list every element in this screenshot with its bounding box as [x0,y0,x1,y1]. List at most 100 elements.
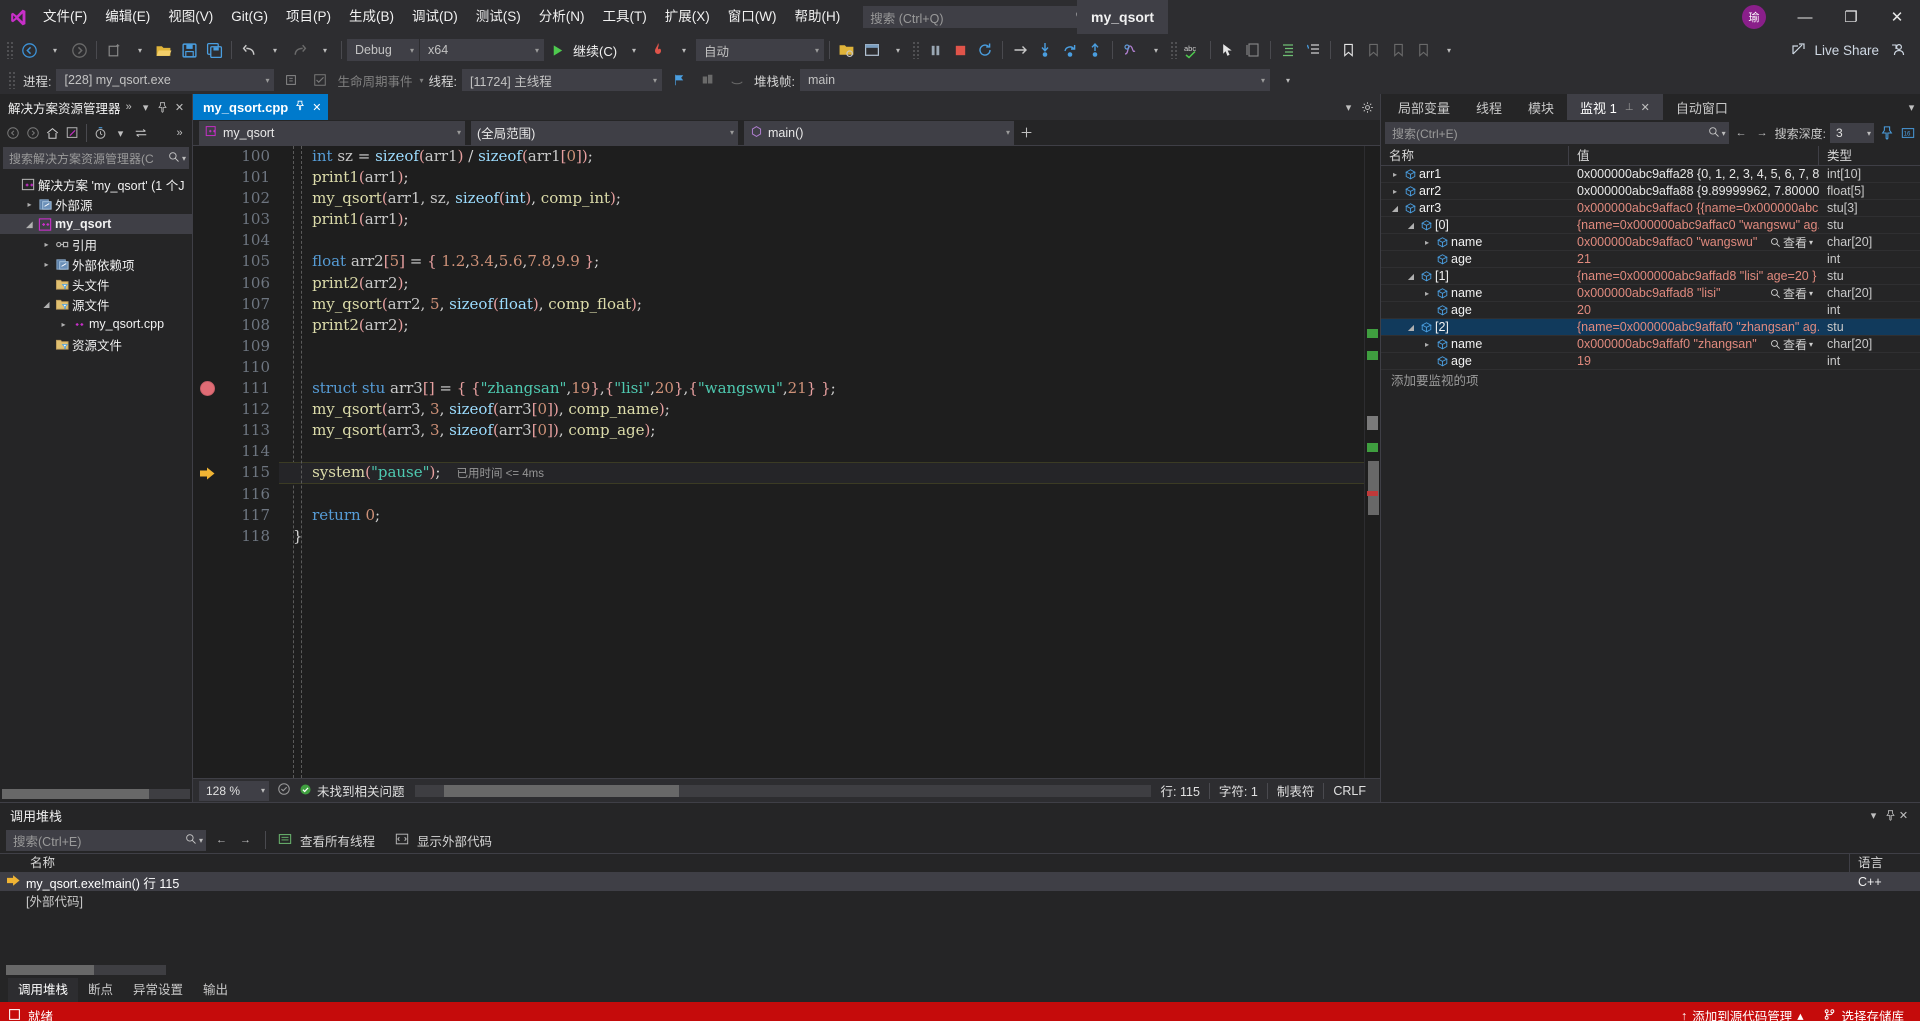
stack-frame-select[interactable]: main ▾ [799,69,1270,91]
code-line[interactable]: my_qsort(arr3, 3, sizeof(arr3[0]), comp_… [279,399,1364,420]
solution-tree-node[interactable]: ▸ 外部依赖项 [0,254,192,274]
flag-thread-icon[interactable] [667,67,691,93]
chevron-down-icon[interactable]: ▾ [1865,805,1882,825]
bottom-tab-inactive[interactable]: 异常设置 [123,978,193,1002]
continue-label[interactable]: 继续(C) [570,41,620,60]
code-line[interactable]: struct stu arr3[] = { {"zhangsan",19},{"… [279,378,1364,399]
watch-search-input[interactable]: 搜索(Ctrl+E) ▾ [1385,122,1729,144]
call-stack-search-input[interactable]: 搜索(Ctrl+E) ▾ [6,829,206,851]
watch-row[interactable]: ▸ arr2 0x000000abc9affa88 {9.89999962, 7.8… [1381,183,1920,200]
navigate-back-button[interactable] [17,37,41,63]
comment-icon[interactable] [1241,37,1265,63]
watch-row[interactable]: ◢ arr3 0x000000abc9affac0 {{name=0x000000a… [1381,200,1920,217]
column-header-name[interactable]: 名称 [1381,145,1569,166]
undo-button[interactable] [237,37,261,63]
code-line[interactable]: float arr2[5] = { 1.2,3.4,5.6,7.8,9.9 }; [279,251,1364,272]
menu-item-git[interactable]: Git(G) [222,0,277,34]
value-visualizer-button[interactable]: 查看 ▾ [1770,285,1819,302]
save-button[interactable] [177,37,201,63]
nav-scope-select[interactable]: (全局范围) ▾ [471,120,738,145]
tree-collapse-icon[interactable]: ◢ [40,300,53,309]
call-stack-column-language[interactable]: 语言 [1850,853,1920,873]
watch-row-value-cell[interactable]: {name=0x000000abc9affaf0 "zhangsan" ag..… [1569,320,1819,334]
tab-list-dropdown-icon[interactable]: ▾ [1340,97,1357,117]
back-icon[interactable] [4,123,21,143]
avatar[interactable]: 瑜 [1742,5,1766,29]
tree-expand-icon[interactable]: ▸ [40,260,53,269]
new-project-button[interactable] [102,37,126,63]
solution-tree-node[interactable]: ▸ my_qsort.cpp [0,314,192,334]
solution-platform-select[interactable]: x64 ▾ [420,39,544,61]
new-project-dropdown[interactable]: ▾ [127,37,151,63]
outline-icon[interactable] [1301,37,1325,63]
hex-display-icon[interactable]: 16 [1899,123,1916,143]
solution-tree-node[interactable]: ◢ 源文件 [0,294,192,314]
restore-button[interactable]: ❐ [1828,0,1874,34]
column-header-value[interactable]: 值 [1569,145,1819,166]
debug-overflow-button[interactable]: ▾ [1275,67,1299,93]
tree-expand-icon[interactable]: ▸ [40,240,53,249]
solution-tree-node[interactable]: 资源文件 [0,334,192,354]
search-options-dropdown[interactable]: ▾ [1722,129,1726,138]
debugbar-grip[interactable] [8,71,16,89]
watch-tab-inactive[interactable]: 局部变量 [1385,94,1463,120]
stop-debug-button[interactable] [948,37,972,63]
menu-item-extensions[interactable]: 扩展(X) [656,0,719,34]
breakpoint-icon[interactable] [200,381,215,397]
watch-row-value-cell[interactable]: 0x000000abc9affac0 {{name=0x000000abc... [1569,201,1819,215]
menu-item-build[interactable]: 生成(B) [340,0,403,34]
toolbar-grip-3[interactable] [1170,41,1179,59]
pin-icon[interactable] [295,100,305,114]
call-stack-row[interactable]: [外部代码] [0,891,1920,909]
panel-overflow-icon[interactable]: » [120,97,137,117]
search-prev-icon[interactable]: ← [1733,123,1750,143]
live-share-session-icon[interactable] [1886,37,1910,63]
redo-dropdown[interactable]: ▾ [312,37,336,63]
close-icon[interactable]: ✕ [171,97,188,117]
diagnostics-icon[interactable] [1118,37,1142,63]
solution-explorer-overflow-icon[interactable]: » [171,123,188,143]
pin-icon[interactable] [1882,805,1899,825]
chevron-down-icon[interactable]: ▾ [137,97,154,117]
code-line[interactable]: my_qsort(arr1, sz, sizeof(int), comp_int… [279,188,1364,209]
watch-row-value-cell[interactable]: 0x000000abc9affaf0 "zhangsan" 查看 ▾ [1569,336,1819,353]
navigate-forward-button[interactable] [67,37,91,63]
add-to-source-control-button[interactable]: ↑ 添加到源代码管理 ▴ [1675,1002,1810,1021]
pin-icon[interactable]: ⊥ [1625,102,1634,113]
watch-row[interactable]: ▸ arr1 0x000000abc9affa28 {0, 1, 2, 3, 4, … [1381,166,1920,183]
search-next-icon[interactable]: → [1754,123,1771,143]
code-line[interactable]: return 0; [279,505,1364,526]
bookmark-clear-icon[interactable] [1411,37,1435,63]
menu-item-view[interactable]: 视图(V) [159,0,222,34]
step-into-icon[interactable] [1033,37,1057,63]
nav-project-select[interactable]: my_qsort ▾ [199,120,465,145]
code-line[interactable]: my_qsort(arr2, 5, sizeof(float), comp_fl… [279,294,1364,315]
process-detail-icon[interactable] [279,67,303,93]
watch-tab-strip[interactable]: 局部变量 线程 模块 监视 1 ⊥ ✕ 自动窗口 ▾ [1381,94,1920,120]
pending-changes-icon[interactable] [92,123,109,143]
watch-row[interactable]: ▸ name 0x000000abc9affaf0 "zhangsan" 查看 ▾ cha… [1381,336,1920,353]
call-stack-row[interactable]: my_qsort.exe!main() 行 115 C++ [0,873,1920,891]
watch-row[interactable]: ◢ [1] {name=0x000000abc9affad8 "lisi" age=… [1381,268,1920,285]
code-line[interactable]: int sz = sizeof(arr1) / sizeof(arr1[0]); [279,146,1364,167]
watch-row[interactable]: age 21 int [1381,251,1920,268]
watch-tab-inactive[interactable]: 模块 [1515,94,1567,120]
tree-expand-icon[interactable]: ▸ [23,200,36,209]
watch-row[interactable]: age 20 int [1381,302,1920,319]
bookmark-next-icon[interactable] [1386,37,1410,63]
bottom-tab-strip[interactable]: 调用堆栈 断点 异常设置 输出 [0,978,1920,1002]
tree-collapse-icon[interactable]: ◢ [1405,221,1417,230]
value-visualizer-button[interactable]: 查看 ▾ [1770,234,1819,251]
thread-select[interactable]: [11724] 主线程 ▾ [462,69,662,91]
pending-changes-dropdown[interactable]: ▾ [112,123,129,143]
solution-tree-node[interactable]: ◢ my_qsort [0,214,192,234]
restart-button[interactable] [973,37,997,63]
solution-tree-node[interactable]: ▸ 引用 [0,234,192,254]
editor-vertical-scrollbar[interactable] [1364,146,1380,778]
menu-item-project[interactable]: 项目(P) [277,0,340,34]
search-prev-icon[interactable]: ← [213,830,230,850]
call-stack-hscrollbar[interactable] [6,965,166,975]
redo-button[interactable] [287,37,311,63]
code-line[interactable]: } [279,526,1364,547]
bottom-tab-active[interactable]: 调用堆栈 [8,978,79,1002]
